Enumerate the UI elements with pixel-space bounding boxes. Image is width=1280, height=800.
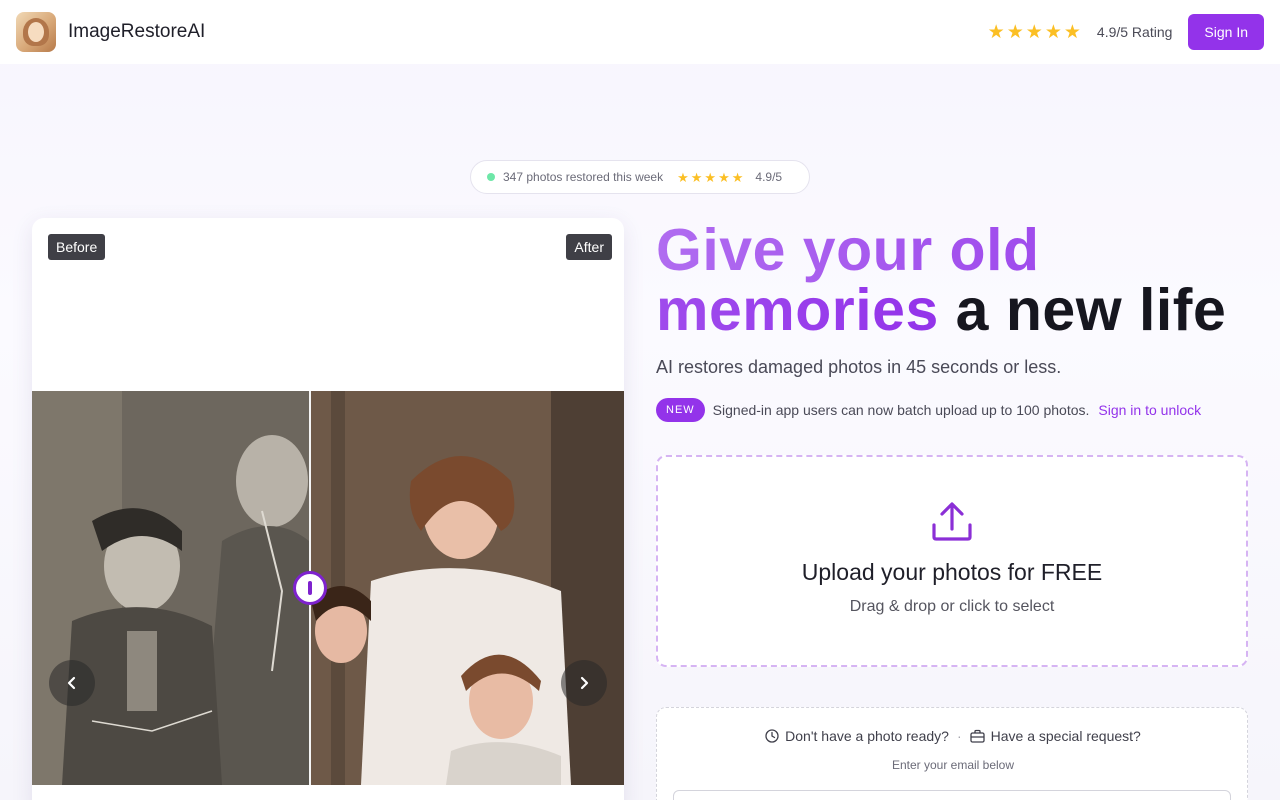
top-header: ImageRestoreAI ★ ★ ★ ★ ★ 4.9/5 Rating Si… [0,0,1280,64]
upload-icon [932,502,972,541]
new-feature-banner: NEW Signed-in app users can now batch up… [656,398,1201,422]
special-request-option[interactable]: Have a special request? [969,728,1141,744]
star-icon: ★ [1025,21,1043,43]
star-icon: ★ [718,169,730,185]
request-options: Don't have a photo ready? · Have a speci… [657,728,1249,744]
live-indicator-dot [487,173,495,181]
star-icon: ★ [731,169,744,185]
briefcase-icon [969,729,985,743]
header-rating-text: 4.9/5 Rating [1096,24,1173,40]
star-icon: ★ [704,169,717,185]
after-photo [311,391,624,785]
email-request-card: Don't have a photo ready? · Have a speci… [656,707,1248,800]
request-separator: · [956,728,962,744]
sign-in-to-unlock-link[interactable]: Sign in to unlock [1098,402,1201,418]
previous-image-button[interactable] [49,660,95,706]
brand-name: ImageRestoreAI [68,21,206,42]
upload-subtitle: Drag & drop or click to select [849,598,1055,615]
brand-logo [16,12,56,52]
comparison-photo[interactable] [32,391,624,785]
before-after-comparison: Before After [32,218,624,800]
restored-count-text: 347 photos restored this week [503,170,664,184]
before-label: Before [48,234,106,260]
social-proof-pill: 347 photos restored this week ★ ★ ★ ★ ★ … [470,160,810,194]
no-photo-option[interactable]: Don't have a photo ready? [765,728,949,744]
upload-dropzone[interactable]: Upload your photos for FREE Drag & drop … [656,455,1248,667]
email-input[interactable] [673,790,1231,800]
star-icon: ★ [677,169,689,185]
header-actions: ★ ★ ★ ★ ★ 4.9/5 Rating Sign In [988,14,1264,50]
no-photo-text: Don't have a photo ready? [785,728,949,744]
hero-subtitle: AI restores damaged photos in 45 seconds… [656,357,1062,377]
star-icon: ★ [1006,21,1024,43]
upload-title: Upload your photos for FREE [801,559,1103,585]
new-feature-text: Signed-in app users can now batch upload… [712,402,1090,418]
special-request-text: Have a special request? [990,728,1141,744]
email-hint: Enter your email below [891,758,1015,772]
hero-title: Give your old memories a new life [656,220,1256,340]
hero-title-rest: a new life [955,277,1227,343]
star-icon: ★ [1063,21,1081,43]
proof-rating-stars: ★ ★ ★ ★ ★ [677,171,743,184]
brand[interactable]: ImageRestoreAI [16,12,205,52]
new-badge: NEW [656,398,705,422]
sign-in-button[interactable]: Sign In [1188,14,1264,50]
chevron-right-icon [580,676,589,690]
chevron-left-icon [67,676,76,690]
next-image-button[interactable] [561,660,607,706]
comparison-slider-handle[interactable] [293,571,327,605]
proof-score: 4.9/5 [755,170,783,184]
clock-icon [765,729,779,743]
after-label: After [566,234,612,260]
header-rating-stars: ★ ★ ★ ★ ★ [988,23,1081,42]
star-icon: ★ [1044,21,1062,43]
star-icon: ★ [690,169,703,185]
star-icon: ★ [987,21,1005,43]
before-photo [32,391,309,785]
